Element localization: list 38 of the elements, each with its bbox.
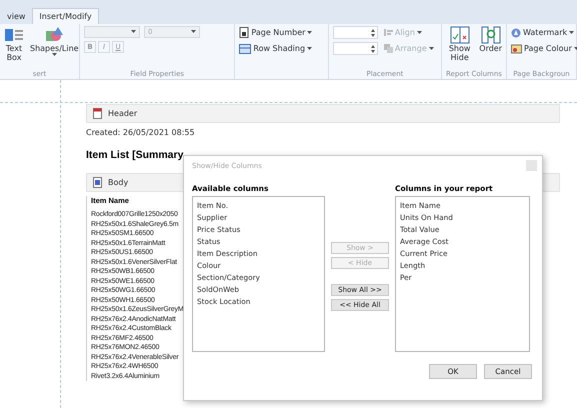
ribbon-button[interactable]: Show Hide: [446, 26, 474, 62]
caret-icon: [307, 30, 312, 34]
report-title: Item List [Summary: [86, 149, 184, 161]
created-text: Created: 26/05/2021 08:55: [86, 128, 196, 137]
ribbon-button[interactable]: Order: [479, 26, 502, 53]
ribbon-button[interactable]: Text Box: [4, 26, 24, 62]
caret-icon: [416, 30, 422, 34]
ribbon-tab[interactable]: view: [0, 8, 32, 24]
ribbon-button[interactable]: Page Number: [239, 26, 312, 39]
caret-icon: [131, 30, 136, 34]
caret-icon: [52, 53, 57, 57]
page-icon: [239, 27, 250, 38]
font-name-field[interactable]: [84, 26, 140, 38]
page-icon: [93, 108, 102, 119]
ribbon-tab[interactable]: Insert/Modify: [32, 8, 99, 24]
ribbon-button[interactable]: Shapes/Line: [30, 26, 79, 57]
table-icon: [239, 44, 252, 54]
align-icon: [384, 28, 393, 37]
ribbon-button[interactable]: Page Colour: [511, 42, 577, 55]
arrange-icon: [384, 44, 393, 53]
caret-icon: [307, 46, 312, 50]
caret-icon: [428, 46, 434, 50]
spin-icon: [370, 44, 375, 52]
band-label: Body: [108, 178, 128, 187]
page-colour-icon: [511, 44, 522, 54]
ribbon-button[interactable]: Row Shading: [239, 42, 312, 55]
page-icon: [93, 177, 102, 188]
band-label: Header: [108, 109, 138, 118]
caret-icon: [569, 30, 574, 34]
spin-field[interactable]: [332, 42, 378, 55]
spin-field[interactable]: [332, 26, 378, 39]
caret-icon: [574, 46, 577, 50]
text-box-icon: [4, 26, 24, 44]
caret-icon: [191, 30, 196, 34]
ribbon-button[interactable]: Watermark: [511, 26, 577, 39]
watermark-icon: [511, 28, 521, 38]
shapes-icon: [44, 26, 64, 44]
spin-icon: [370, 28, 375, 36]
